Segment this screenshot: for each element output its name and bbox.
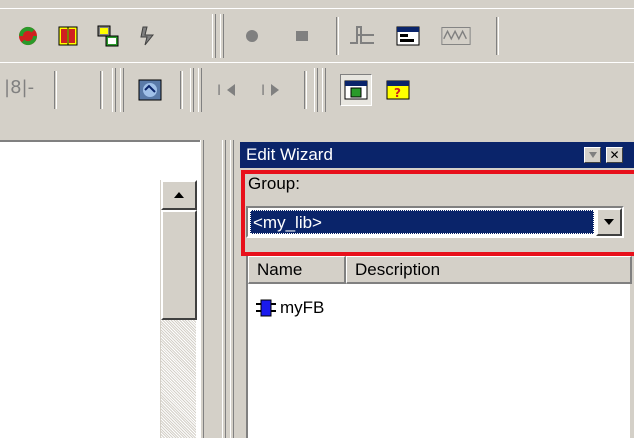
window-icon[interactable] [392, 20, 424, 52]
toolbar-separator [54, 71, 57, 109]
online-icon[interactable] [134, 74, 166, 106]
close-icon[interactable]: ✕ [606, 147, 623, 163]
list-item[interactable]: myFB [256, 296, 324, 320]
refresh-icon[interactable] [12, 20, 44, 52]
scroll-up-button[interactable] [161, 180, 197, 210]
tool-icon[interactable] [132, 20, 164, 52]
toolbar-grip[interactable] [190, 68, 194, 112]
step-back-icon[interactable]: I [212, 74, 244, 106]
step-forward-icon[interactable]: I [256, 74, 288, 106]
component-list[interactable]: Name Description myFB [246, 254, 632, 438]
network-icon[interactable] [92, 20, 124, 52]
dock-icon[interactable] [584, 147, 601, 163]
record-icon[interactable] [236, 20, 268, 52]
group-combobox-value: <my_lib> [250, 210, 594, 234]
toolbar-label-fragment: |8|- [4, 77, 35, 98]
toolbar-grip[interactable] [198, 68, 202, 112]
splitter[interactable] [222, 140, 226, 438]
edit-wizard-title: Edit Wizard [246, 145, 333, 164]
arrow-up-icon [174, 192, 184, 198]
function-block-icon [256, 299, 276, 317]
splitter[interactable] [230, 140, 234, 438]
toolbar-grip[interactable] [314, 68, 318, 112]
toolbar-separator [496, 17, 499, 55]
dropdown-button[interactable] [596, 208, 622, 236]
toolbar-separator [180, 71, 183, 109]
group-combobox[interactable]: <my_lib> [246, 206, 624, 238]
toolbar-grip[interactable] [112, 68, 116, 112]
svg-text:?: ? [394, 86, 401, 100]
chevron-down-icon [604, 219, 614, 225]
toolbar-grip[interactable] [120, 68, 124, 112]
toolbar-row-1 [0, 8, 634, 62]
vertical-scrollbar[interactable] [160, 180, 197, 438]
window-green-icon[interactable] [340, 74, 372, 106]
stop-icon[interactable] [286, 20, 318, 52]
app-window: |8|- I I ? Edit Wizard ✕ Group: <my_lib>… [0, 0, 634, 438]
signal-icon[interactable] [440, 20, 472, 52]
splitter[interactable] [200, 140, 204, 438]
column-header-name[interactable]: Name [248, 256, 346, 284]
svg-text:I: I [261, 83, 265, 99]
toolbar-grip[interactable] [322, 68, 326, 112]
toolbar-grip[interactable] [212, 14, 216, 58]
scroll-thumb[interactable] [161, 210, 197, 320]
toolbar-row-2: |8|- I I ? [0, 62, 634, 116]
toolbar-separator [304, 71, 307, 109]
toolbar-grip[interactable] [220, 14, 224, 58]
group-label: Group: [248, 174, 300, 193]
book-icon[interactable] [52, 20, 84, 52]
list-item-name: myFB [280, 298, 325, 317]
window-help-icon[interactable]: ? [382, 74, 414, 106]
edit-wizard-title-bar[interactable]: Edit Wizard ✕ [240, 142, 634, 168]
toolbar-separator [100, 71, 103, 109]
waveform-icon[interactable] [346, 20, 378, 52]
column-header-description[interactable]: Description [346, 256, 632, 284]
svg-text:I: I [217, 83, 221, 99]
edit-wizard-panel: Edit Wizard ✕ Group: <my_lib> Name Descr… [240, 142, 634, 438]
toolbar-separator [336, 17, 339, 55]
